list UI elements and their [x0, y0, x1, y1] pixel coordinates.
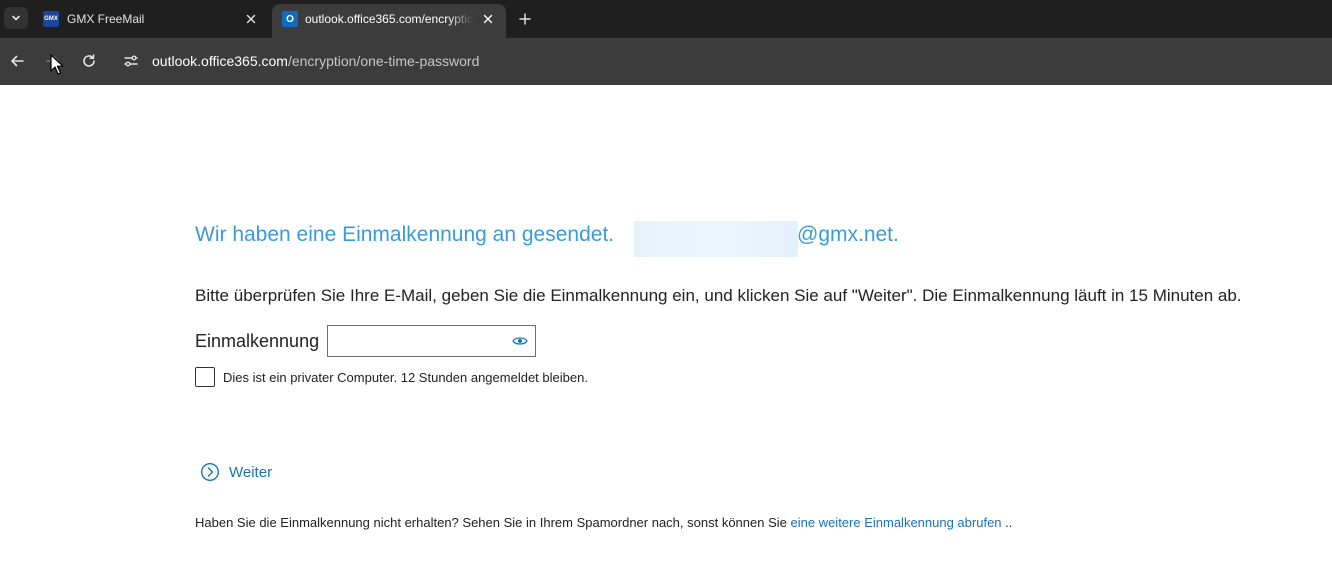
site-info-button[interactable]	[121, 51, 141, 71]
browser-tabstrip: GMX GMX FreeMail O outlook.office365.com…	[0, 0, 1332, 38]
plus-icon	[519, 13, 531, 25]
resend-note-suffix: ..	[1001, 515, 1013, 530]
eye-icon	[512, 337, 528, 345]
mouse-pointer-icon	[50, 54, 64, 75]
resend-code-link[interactable]: eine weitere Einmalkennung abrufen	[791, 515, 1002, 530]
url-host: outlook.office365.com	[152, 53, 288, 69]
email-domain: @gmx.net.	[797, 223, 899, 246]
show-password-button[interactable]	[510, 334, 530, 348]
resend-note: Haben Sie die Einmalkennung nicht erhalt…	[195, 515, 1012, 530]
outlook-favicon-icon: O	[282, 11, 298, 27]
reload-button[interactable]	[78, 50, 100, 72]
back-button[interactable]	[6, 50, 28, 72]
tab-gmx-freemail[interactable]: GMX GMX FreeMail	[32, 0, 268, 38]
instructions-text: Bitte überprüfen Sie Ihre E-Mail, geben …	[195, 286, 1242, 305]
remember-checkbox[interactable]	[195, 367, 215, 387]
arrow-left-icon	[11, 55, 24, 67]
address-bar[interactable]: outlook.office365.com/encryption/one-tim…	[152, 53, 479, 69]
chevron-circle-right-icon	[200, 462, 220, 482]
next-button[interactable]: Weiter	[200, 462, 272, 482]
resend-note-text: Haben Sie die Einmalkennung nicht erhalt…	[195, 515, 791, 530]
tab-outlook-encryption[interactable]: O outlook.office365.com/encryption/one-t…	[272, 4, 506, 38]
tab-title: GMX FreeMail	[67, 12, 145, 26]
tab-search-button[interactable]	[4, 7, 28, 29]
otp-page: Wir haben eine Einmalkennung an gesendet…	[0, 85, 1332, 568]
tab-title: outlook.office365.com/encryption/one-tim…	[305, 12, 473, 26]
tune-icon	[124, 55, 138, 67]
new-tab-button[interactable]	[515, 9, 535, 29]
gmx-favicon-icon: GMX	[43, 11, 59, 27]
redacted-email	[634, 221, 798, 257]
chevron-down-icon	[12, 15, 20, 21]
otp-field[interactable]	[327, 325, 536, 357]
browser-toolbar: outlook.office365.com/encryption/one-tim…	[0, 38, 1332, 85]
next-label: Weiter	[229, 463, 273, 481]
url-path: /encryption/one-time-password	[287, 53, 480, 69]
otp-label: Einmalkennung	[195, 331, 320, 351]
close-icon[interactable]	[243, 11, 259, 27]
close-icon[interactable]	[480, 11, 496, 27]
reload-icon	[83, 54, 95, 67]
remember-label: Dies ist ein privater Computer. 12 Stund…	[223, 370, 588, 385]
page-title: Wir haben eine Einmalkennung an gesendet…	[195, 223, 615, 246]
otp-input[interactable]	[332, 330, 500, 352]
